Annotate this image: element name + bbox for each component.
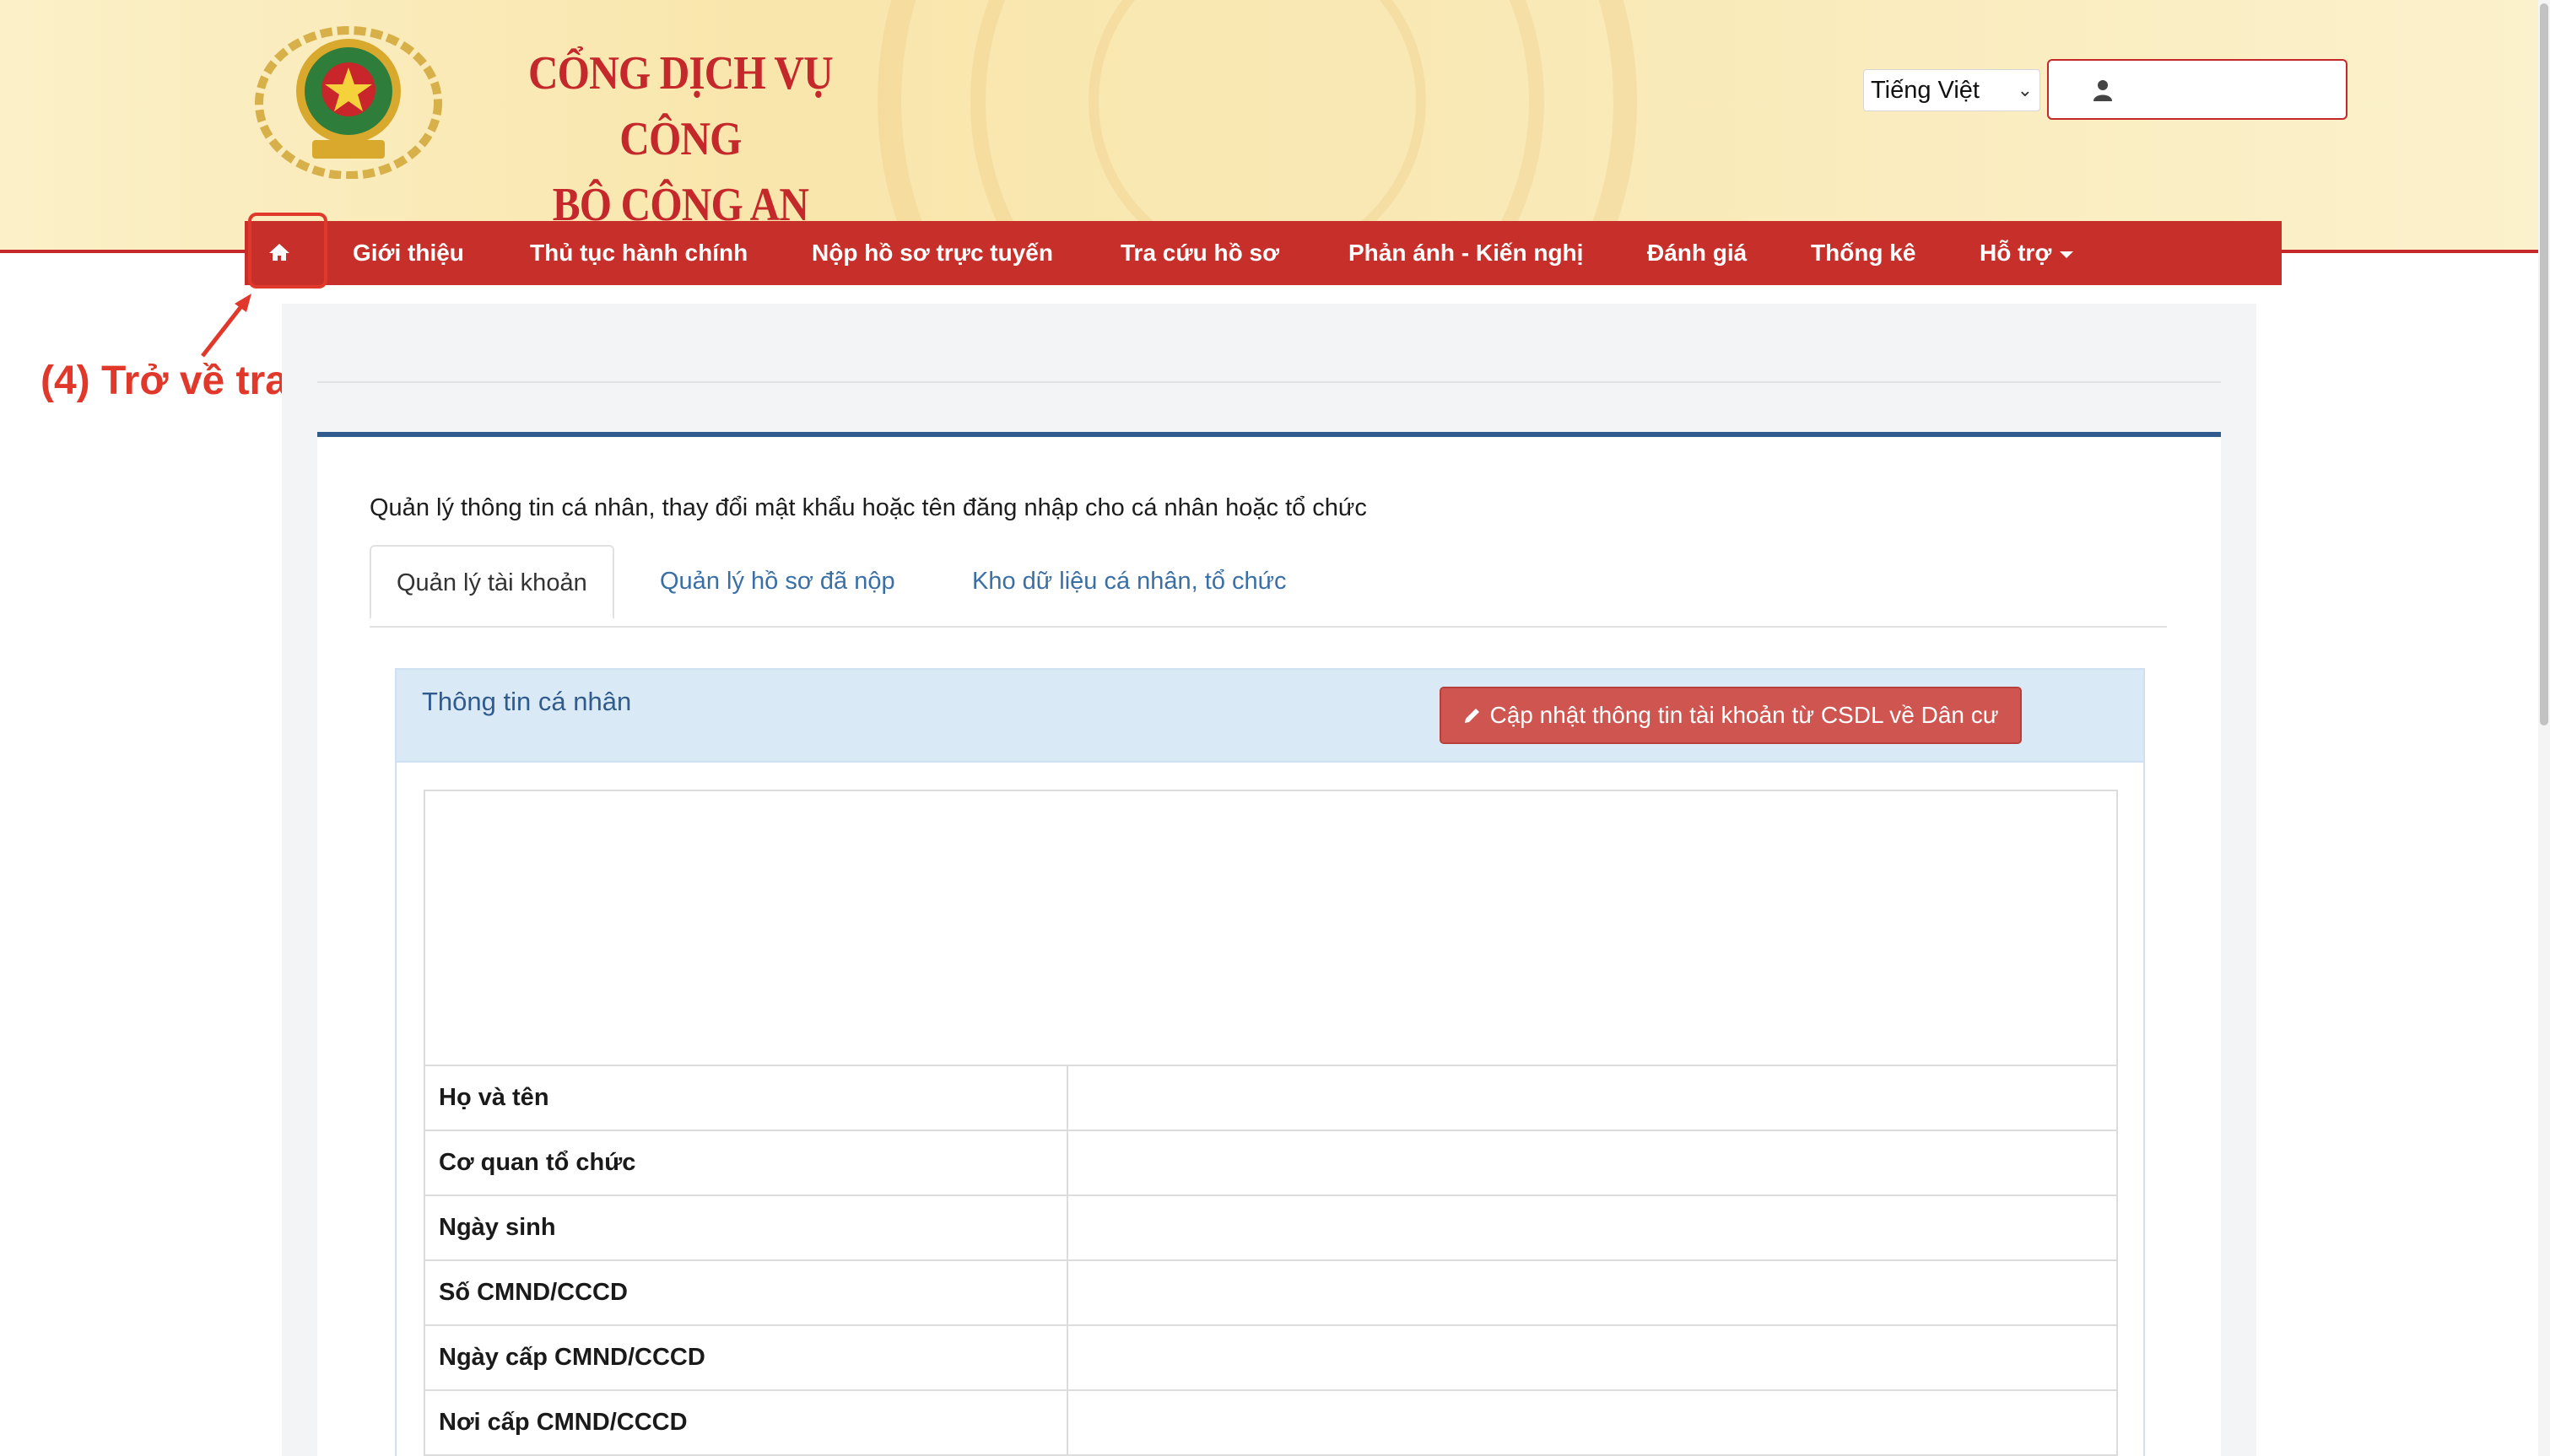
panel-heading: Thông tin cá nhân Cập nhật thông tin tài… <box>397 670 2143 763</box>
row-value-ho-va-ten <box>1067 1065 2118 1131</box>
site-title-line1: CỔNG DỊCH VỤ CÔNG <box>527 47 834 165</box>
tab-kho-du-lieu[interactable]: Kho dữ liệu cá nhân, tổ chức <box>947 545 1312 617</box>
update-from-csdl-button[interactable]: Cập nhật thông tin tài khoản từ CSDL về … <box>1440 687 2022 744</box>
row-value-noi-cap <box>1067 1389 2118 1456</box>
nav-item-ho-tro-label: Hỗ trợ <box>1980 240 2052 266</box>
caret-down-icon <box>2060 251 2074 258</box>
chevron-down-icon: ⌄ <box>2017 79 2033 100</box>
site-title: CỔNG DỊCH VỤ CÔNG BỘ CÔNG AN <box>473 40 889 238</box>
tab-quan-ly-ho-so-da-nop[interactable]: Quản lý hồ sơ đã nộp <box>635 545 921 617</box>
tab-quan-ly-tai-khoan[interactable]: Quản lý tài khoản <box>370 545 614 619</box>
user-icon <box>2093 80 2112 101</box>
row-label-co-quan-to-chuc: Cơ quan tổ chức <box>424 1130 1068 1196</box>
nav-item-thu-tuc-hanh-chinh[interactable]: Thủ tục hành chính <box>530 221 748 285</box>
row-label-noi-cap: Nơi cấp CMND/CCCD <box>424 1389 1068 1456</box>
language-select[interactable]: Tiếng Việt ⌄ <box>1863 69 2040 111</box>
row-label-ngay-sinh: Ngày sinh <box>424 1194 1068 1261</box>
header-banner: CỔNG DỊCH VỤ CÔNG BỘ CÔNG AN Tiếng Việt … <box>0 0 2550 251</box>
row-value-ngay-cap <box>1067 1324 2118 1391</box>
page-description: Quản lý thông tin cá nhân, thay đổi mật … <box>370 494 1367 521</box>
table-row: Nơi cấp CMND/CCCD <box>424 1389 2118 1456</box>
annotation-arrow-icon <box>201 294 251 358</box>
personal-info-table: Họ và tên Cơ quan tổ chức Ngày sinh Số C… <box>424 1065 2118 1456</box>
table-row: Ngày cấp CMND/CCCD <box>424 1324 2118 1391</box>
account-card: Quản lý thông tin cá nhân, thay đổi mật … <box>317 432 2221 1456</box>
nav-item-danh-gia[interactable]: Đánh giá <box>1647 221 1747 285</box>
pencil-icon <box>1465 708 1480 723</box>
profile-photo-area <box>424 790 2118 1066</box>
row-value-ngay-sinh <box>1067 1194 2118 1261</box>
table-row: Số CMND/CCCD <box>424 1259 2118 1326</box>
nav-item-tra-cuu-ho-so[interactable]: Tra cứu hồ sơ <box>1121 221 1279 285</box>
banner-ornament <box>1089 0 1426 251</box>
language-selected-value: Tiếng Việt <box>1871 77 1980 104</box>
row-label-so-cmnd: Số CMND/CCCD <box>424 1259 1068 1326</box>
row-label-ngay-cap: Ngày cấp CMND/CCCD <box>424 1324 1068 1391</box>
user-account-field[interactable] <box>2047 59 2347 120</box>
nav-item-thong-ke[interactable]: Thống kê <box>1811 221 1915 285</box>
main-navbar: Giới thiệu Thủ tục hành chính Nộp hồ sơ … <box>245 221 2282 285</box>
table-row: Họ và tên <box>424 1065 2118 1131</box>
row-value-co-quan-to-chuc <box>1067 1130 2118 1196</box>
home-highlight-box <box>248 213 327 289</box>
update-button-label: Cập nhật thông tin tài khoản từ CSDL về … <box>1489 702 1999 728</box>
table-row: Ngày sinh <box>424 1194 2118 1261</box>
personal-info-panel: Thông tin cá nhân Cập nhật thông tin tài… <box>395 668 2145 1456</box>
table-row: Cơ quan tổ chức <box>424 1130 2118 1196</box>
scrollbar-thumb[interactable] <box>2540 3 2548 725</box>
content-divider <box>317 381 2221 383</box>
nav-item-nop-ho-so-truc-tuyen[interactable]: Nộp hồ sơ trực tuyến <box>812 221 1053 285</box>
police-emblem-logo <box>255 26 442 179</box>
row-value-so-cmnd <box>1067 1259 2118 1326</box>
panel-title: Thông tin cá nhân <box>422 687 632 716</box>
row-label-ho-va-ten: Họ và tên <box>424 1065 1068 1131</box>
nav-item-gioi-thieu[interactable]: Giới thiệu <box>353 221 464 285</box>
nav-item-phan-anh-kien-nghi[interactable]: Phản ánh - Kiến nghị <box>1348 221 1583 285</box>
account-tabs: Quản lý tài khoản Quản lý hồ sơ đã nộp K… <box>370 545 2167 628</box>
nav-item-ho-tro[interactable]: Hỗ trợ <box>1980 221 2074 285</box>
